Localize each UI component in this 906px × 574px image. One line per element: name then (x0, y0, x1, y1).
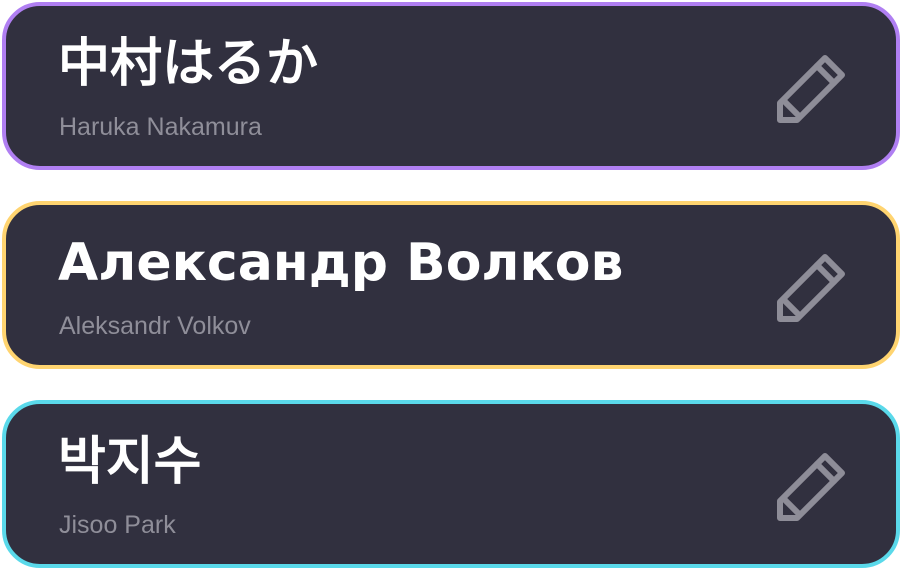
contact-card-list: 中村はるか Haruka Nakamura Александр Волков A… (0, 0, 906, 574)
contact-native-name: 中村はるか (58, 34, 319, 94)
contact-native-name: 박지수 (58, 432, 202, 492)
edit-contact-button[interactable] (768, 48, 852, 132)
pencil-icon (777, 55, 845, 123)
contact-card: Александр Волков Aleksandr Volkov (2, 201, 900, 369)
pencil-icon (777, 453, 845, 521)
contact-card: 박지수 Jisoo Park (2, 400, 900, 568)
contact-native-name: Александр Волков (58, 233, 624, 293)
pencil-icon (777, 254, 845, 322)
contact-card: 中村はるか Haruka Nakamura (2, 2, 900, 170)
edit-contact-button[interactable] (768, 247, 852, 331)
contact-romanized-name: Jisoo Park (59, 511, 176, 539)
contact-romanized-name: Aleksandr Volkov (59, 312, 251, 340)
contact-romanized-name: Haruka Nakamura (59, 113, 262, 141)
edit-contact-button[interactable] (768, 446, 852, 530)
